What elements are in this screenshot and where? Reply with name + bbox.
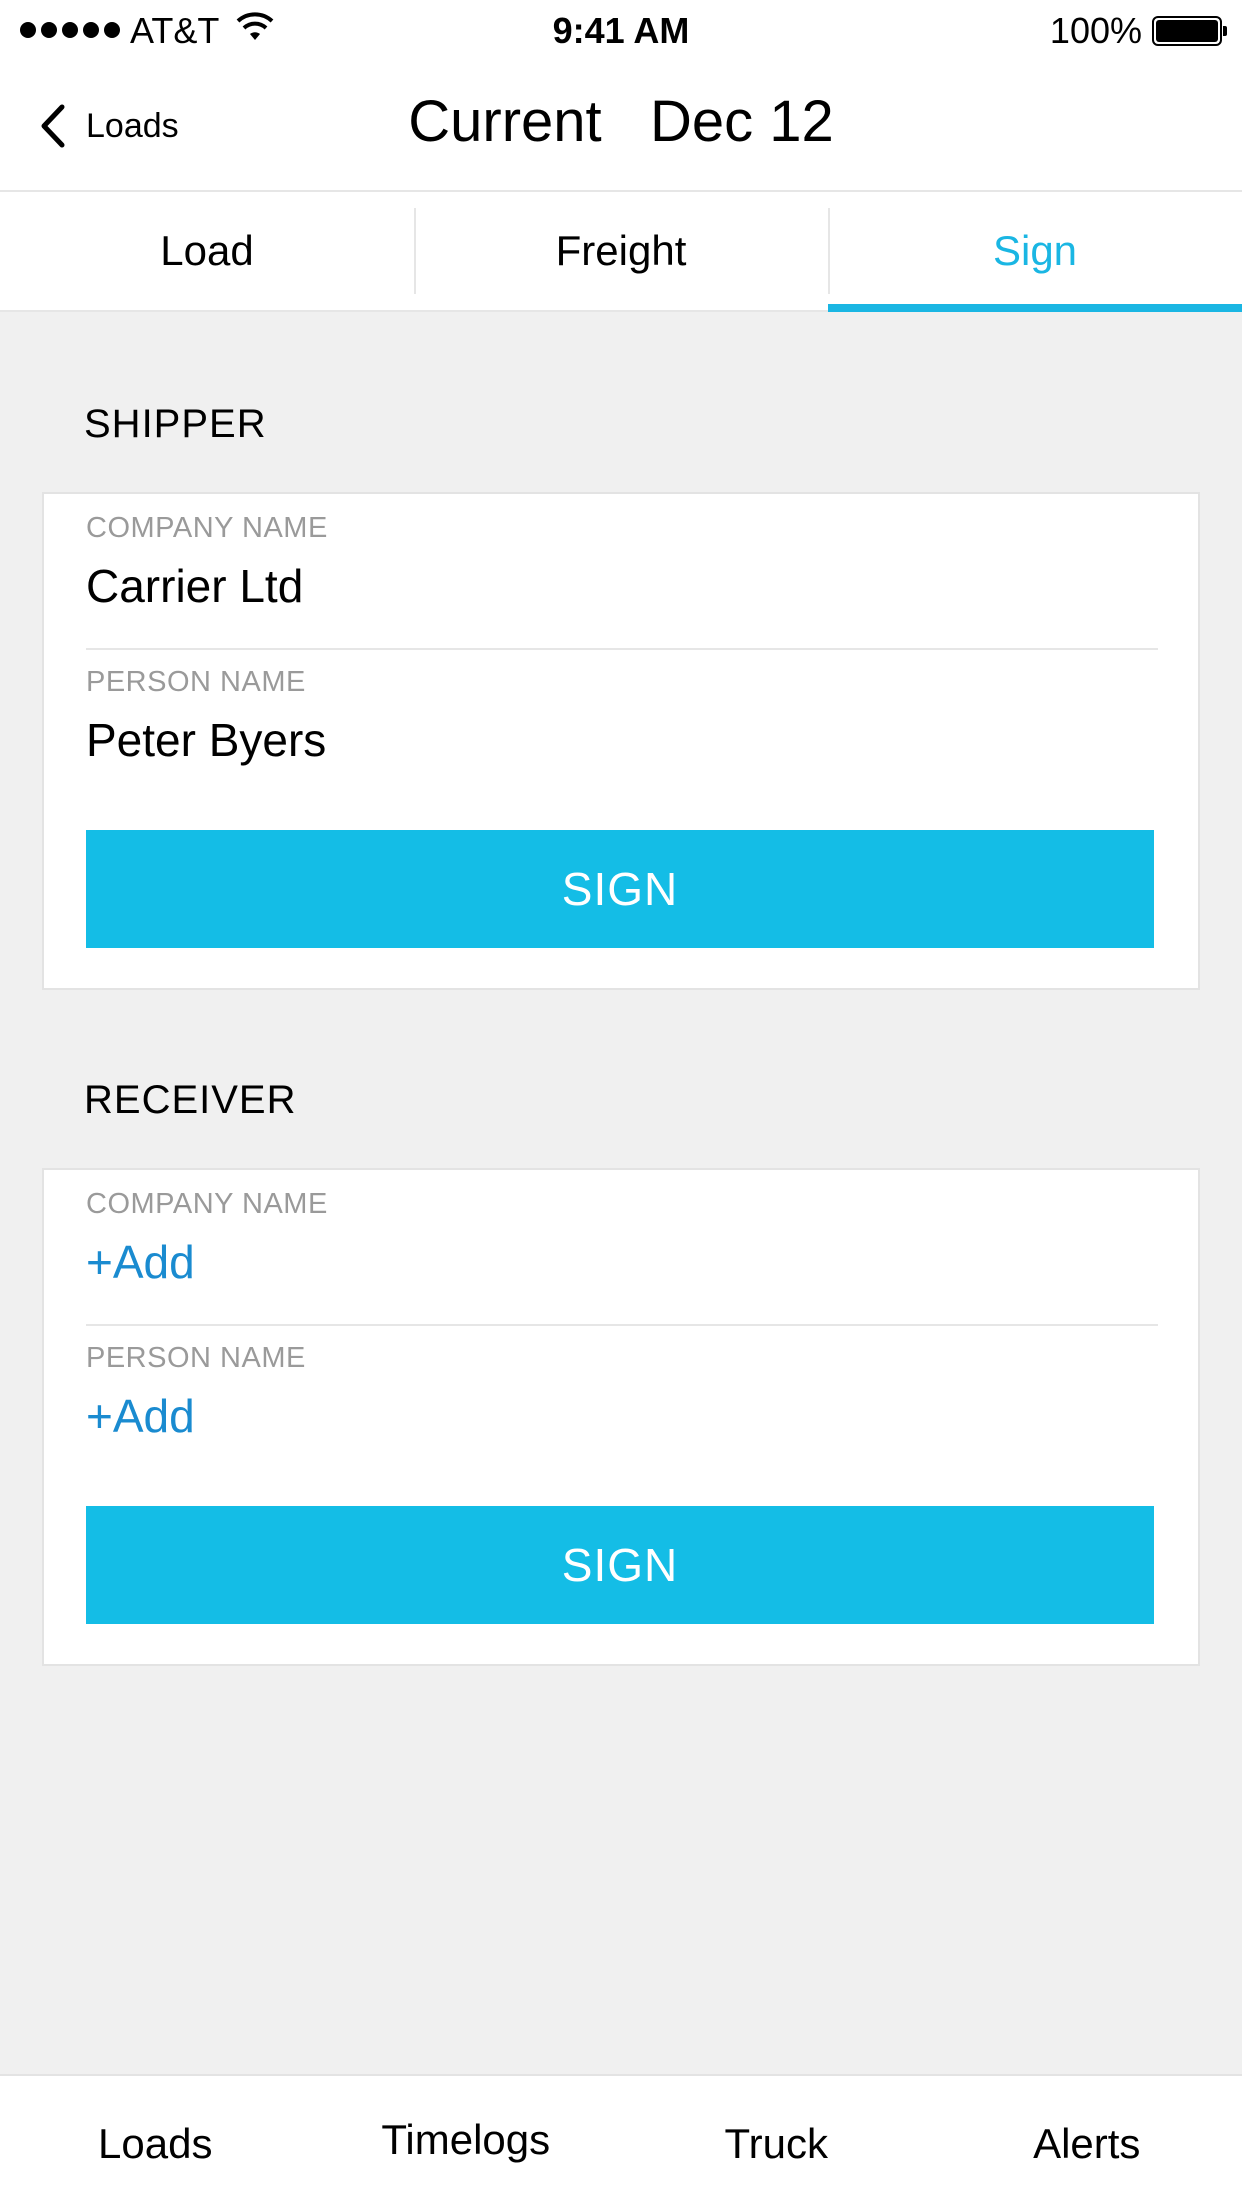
shipper-sign-button[interactable]: SIGN [86,830,1154,948]
shipper-card: COMPANY NAME Carrier Ltd PERSON NAME Pet… [42,492,1200,990]
segment-tabs: Load Freight Sign [0,192,1242,312]
shipper-person-field[interactable]: PERSON NAME Peter Byers [86,666,1158,767]
receiver-person-label: PERSON NAME [86,1342,306,1374]
shipper-person-label: PERSON NAME [86,666,306,698]
bottom-tab-bar: Loads Timelogs Truck Alerts [0,2074,1242,2208]
shipper-company-field[interactable]: COMPANY NAME Carrier Ltd [86,512,1158,613]
bottom-tab-loads[interactable]: Loads [0,2076,311,2208]
receiver-company-label: COMPANY NAME [86,1188,328,1220]
bottom-tab-alerts[interactable]: Alerts [932,2076,1242,2208]
battery-percent: 100% [1049,10,1142,51]
receiver-company-field: COMPANY NAME +Add [86,1188,1158,1289]
battery-icon [1152,16,1227,46]
page-title: Current Dec 12 [408,89,834,154]
status-bar: AT&T 9:41 AM 100% [0,0,1242,60]
bottom-tab-timelogs[interactable]: Timelogs [311,2076,622,2208]
shipper-person-value: Peter Byers [86,714,327,766]
receiver-person-add-link[interactable]: +Add [86,1389,1158,1443]
receiver-company-add-link[interactable]: +Add [86,1235,1158,1289]
divider [86,648,1158,650]
receiver-card: COMPANY NAME +Add PERSON NAME +Add SIGN [42,1168,1200,1666]
tab-sign[interactable]: Sign [828,192,1242,312]
shipper-company-value: Carrier Ltd [86,560,304,612]
tab-freight[interactable]: Freight [414,192,828,310]
screen: AT&T 9:41 AM 100% Loads Current Dec 12 L… [0,0,1242,2208]
receiver-person-field: PERSON NAME +Add [86,1342,1158,1443]
tab-load[interactable]: Load [0,192,414,310]
navigation-bar: Loads Current Dec 12 [0,60,1242,192]
divider [86,1324,1158,1326]
shipper-section-title: SHIPPER [84,402,267,446]
shipper-company-label: COMPANY NAME [86,512,328,544]
bottom-tab-truck[interactable]: Truck [621,2076,932,2208]
receiver-sign-button[interactable]: SIGN [86,1506,1154,1624]
receiver-section-title: RECEIVER [84,1078,297,1122]
